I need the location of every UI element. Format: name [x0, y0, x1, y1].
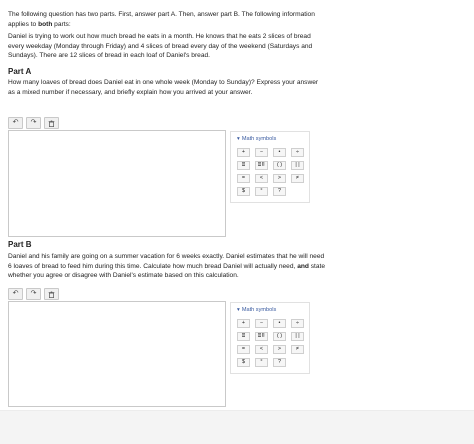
- key-minus[interactable]: −: [255, 148, 268, 157]
- part-a-title: Part A: [8, 67, 32, 76]
- undo-icon[interactable]: ↶: [8, 117, 23, 129]
- key-equals[interactable]: =: [237, 174, 250, 183]
- part-b-title: Part B: [8, 240, 32, 249]
- key-divide[interactable]: ÷: [291, 148, 304, 157]
- part-a-toolbar: ↶ ↷: [8, 117, 59, 129]
- math-symbols-label: Math symbols: [241, 307, 277, 313]
- key-not-equal[interactable]: ≠: [291, 174, 304, 183]
- delete-icon[interactable]: [44, 288, 59, 300]
- key-dollar[interactable]: $: [237, 187, 250, 196]
- part-b-question-start: Daniel and his family are going on a sum…: [8, 253, 325, 270]
- key-plus[interactable]: +: [237, 319, 250, 328]
- part-b-toolbar: ↶ ↷: [8, 288, 59, 300]
- part-b-answer-box[interactable]: [8, 301, 226, 407]
- key-greater-than[interactable]: >: [273, 174, 286, 183]
- math-keypad: + − • ÷ ⌸ ⌸▯ ( ) | | = < > ≠ $ ° ?: [237, 319, 304, 367]
- key-dollar[interactable]: $: [237, 358, 250, 367]
- key-minus[interactable]: −: [255, 319, 268, 328]
- undo-icon[interactable]: ↶: [8, 288, 23, 300]
- math-symbols-label: Math symbols: [241, 136, 277, 142]
- key-fraction[interactable]: ⌸: [237, 161, 250, 170]
- key-times[interactable]: •: [273, 148, 286, 157]
- key-degree[interactable]: °: [255, 187, 268, 196]
- trash-icon: [48, 291, 55, 298]
- redo-icon[interactable]: ↷: [26, 117, 41, 129]
- part-a-question: How many loaves of bread does Daniel eat…: [8, 79, 319, 96]
- intro-bold-both: both: [38, 20, 53, 28]
- story-text: Daniel is trying to work out how much br…: [8, 33, 313, 60]
- key-question[interactable]: ?: [273, 187, 286, 196]
- math-symbols-toggle[interactable]: ▾ Math symbols: [237, 306, 276, 314]
- key-less-than[interactable]: <: [255, 174, 268, 183]
- caret-down-icon: ▾: [237, 136, 240, 142]
- key-plus[interactable]: +: [237, 148, 250, 157]
- redo-icon[interactable]: ↷: [26, 288, 41, 300]
- key-not-equal[interactable]: ≠: [291, 345, 304, 354]
- key-absolute-value[interactable]: | |: [291, 161, 304, 170]
- delete-icon[interactable]: [44, 117, 59, 129]
- part-a-math-panel: ▾ Math symbols + − • ÷ ⌸ ⌸▯ ( ) | | = < …: [230, 131, 310, 203]
- key-divide[interactable]: ÷: [291, 319, 304, 328]
- part-b-question: Daniel and his family are going on a sum…: [8, 252, 326, 281]
- key-absolute-value[interactable]: | |: [291, 332, 304, 341]
- trash-icon: [48, 120, 55, 127]
- key-degree[interactable]: °: [255, 358, 268, 367]
- page-footer: [0, 410, 474, 444]
- key-parentheses[interactable]: ( ): [273, 332, 286, 341]
- intro-text-end: parts:: [52, 20, 71, 28]
- key-equals[interactable]: =: [237, 345, 250, 354]
- key-less-than[interactable]: <: [255, 345, 268, 354]
- key-mixed-number[interactable]: ⌸▯: [255, 332, 268, 341]
- key-greater-than[interactable]: >: [273, 345, 286, 354]
- key-parentheses[interactable]: ( ): [273, 161, 286, 170]
- part-a-answer-box[interactable]: [8, 130, 226, 237]
- key-times[interactable]: •: [273, 319, 286, 328]
- math-keypad: + − • ÷ ⌸ ⌸▯ ( ) | | = < > ≠ $ ° ?: [237, 148, 304, 196]
- part-b-bold-and: and: [297, 262, 309, 270]
- key-question[interactable]: ?: [273, 358, 286, 367]
- part-b-math-panel: ▾ Math symbols + − • ÷ ⌸ ⌸▯ ( ) | | = < …: [230, 302, 310, 374]
- key-fraction[interactable]: ⌸: [237, 332, 250, 341]
- intro-text: The following question has two parts. Fi…: [8, 10, 326, 29]
- math-symbols-toggle[interactable]: ▾ Math symbols: [237, 135, 276, 143]
- caret-down-icon: ▾: [237, 307, 240, 313]
- key-mixed-number[interactable]: ⌸▯: [255, 161, 268, 170]
